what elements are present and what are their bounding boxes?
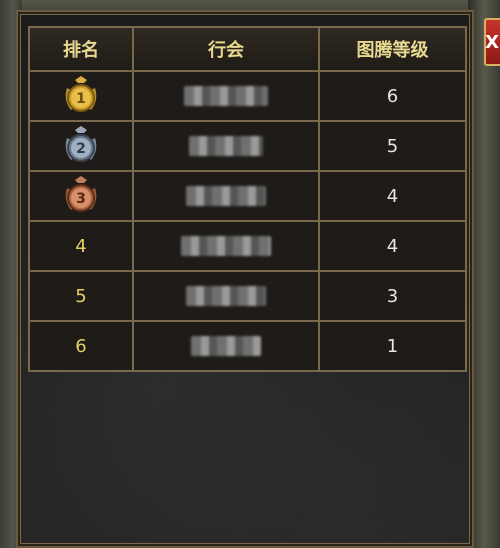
rank-cell: 6 [28,320,134,372]
rank-cell: 5 [28,270,134,322]
guild-name-cell [132,120,320,172]
close-button[interactable]: X [484,18,500,66]
totem-level-cell: 1 [318,320,467,372]
guild-name-obscured [186,186,266,207]
svg-text:1: 1 [76,91,86,107]
guild-name-obscured [191,336,261,357]
totem-level-cell: 4 [318,220,467,272]
table-row: 6 1 [28,320,467,372]
header-guild: 行会 [132,26,320,72]
guild-name-cell [132,320,320,372]
totem-level-cell: 4 [318,170,467,222]
guild-name-cell [132,70,320,122]
guild-name-obscured [181,236,271,257]
rank-cell: 2 [28,120,134,172]
guild-name-obscured [189,136,263,157]
totem-level-cell: 5 [318,120,467,172]
guild-ranking-table: 排名 行会 图腾等级 1 6 2 5 3 4 4 4 5 3 6 1 [28,26,467,372]
header-totem-level: 图腾等级 [318,26,467,72]
guild-name-cell [132,220,320,272]
svg-text:3: 3 [76,191,86,207]
totem-level-cell: 6 [318,70,467,122]
table-row: 3 4 [28,170,467,222]
rank-cell: 3 [28,170,134,222]
bronze-medal-icon: 3 [65,176,97,212]
svg-text:2: 2 [76,141,86,157]
guild-name-obscured [184,86,268,107]
table-row: 1 6 [28,70,467,122]
table-row: 4 4 [28,220,467,272]
table-row: 5 3 [28,270,467,322]
table-header-row: 排名 行会 图腾等级 [28,26,467,72]
close-icon: X [485,31,499,53]
guild-name-cell [132,170,320,222]
gold-medal-icon: 1 [65,76,97,112]
table-row: 2 5 [28,120,467,172]
rank-cell: 4 [28,220,134,272]
rank-cell: 1 [28,70,134,122]
silver-medal-icon: 2 [65,126,97,162]
header-rank: 排名 [28,26,134,72]
totem-level-cell: 3 [318,270,467,322]
guild-name-cell [132,270,320,322]
guild-name-obscured [186,286,266,307]
